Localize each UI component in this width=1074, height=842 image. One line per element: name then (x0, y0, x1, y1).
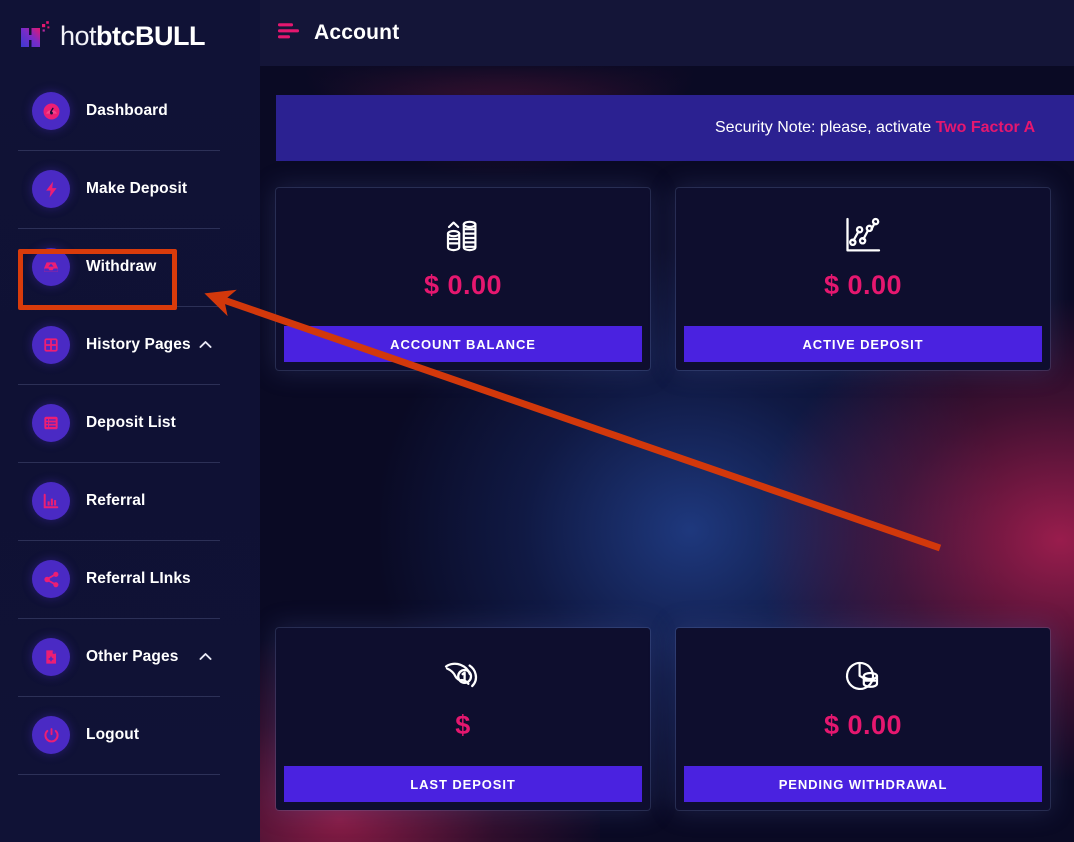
sidebar-item-label: Withdraw (86, 258, 157, 275)
card-amount: $ (455, 710, 471, 740)
top-bar-shadow (260, 66, 1074, 92)
inbox-download-icon (32, 248, 70, 286)
sidebar-item-referral-links[interactable]: Referral LInks (0, 540, 260, 618)
sidebar-divider (18, 774, 220, 775)
sidebar-item-label: Make Deposit (86, 180, 188, 197)
share-nodes-icon (32, 560, 70, 598)
card-label-button[interactable]: LAST DEPOSIT (284, 766, 642, 802)
coins-stack-icon (441, 214, 485, 258)
sidebar-item-deposit-list[interactable]: Deposit List (0, 384, 260, 462)
page-title: Account (314, 21, 400, 44)
grid-table-icon (32, 326, 70, 364)
card-amount: $ 0.00 (423, 270, 503, 300)
brand-name: hotbtcBULL (60, 20, 206, 51)
card-pending-withdrawal: $ 0.00 PENDING WITHDRAWAL (676, 628, 1050, 810)
security-note-prefix: Security Note: please, activate (715, 119, 936, 136)
hand-coin-icon (441, 654, 485, 698)
hamburger-bars-icon[interactable] (278, 21, 300, 46)
chevron-up-icon[interactable] (199, 651, 212, 663)
sidebar-item-dashboard[interactable]: Dashboard (0, 72, 260, 150)
file-plus-icon (32, 638, 70, 676)
app-root: hotbtcBULL Dashboard Make Deposit Withdr… (0, 0, 1074, 842)
list-lines-icon (32, 404, 70, 442)
card-account-balance: $ 0.00 ACCOUNT BALANCE (276, 188, 650, 370)
sidebar-item-label: Dashboard (86, 102, 168, 119)
main-content: Account Security Note: please, activate … (260, 0, 1074, 842)
stat-cards-row-bottom: $ LAST DEPOSIT $ 0.00 PENDING WITHDRAWAL (276, 628, 1066, 810)
sidebar-item-referral[interactable]: Referral (0, 462, 260, 540)
security-note-text: Security Note: please, activate Two Fact… (276, 119, 1035, 137)
power-icon (32, 716, 70, 754)
card-label-button[interactable]: ACTIVE DEPOSIT (684, 326, 1042, 362)
stat-cards-row-top: $ 0.00 ACCOUNT BALANCE $ 0.00 ACTIVE DEP… (276, 188, 1066, 370)
top-bar: Account (260, 0, 1074, 66)
two-factor-auth-link[interactable]: Two Factor A (936, 119, 1036, 136)
clock-coin-icon (841, 654, 885, 698)
bar-chart-icon (32, 482, 70, 520)
sidebar-item-label: Other Pages (86, 648, 179, 665)
card-amount: $ 0.00 (823, 270, 903, 300)
speedometer-icon (32, 92, 70, 130)
brand-logo[interactable]: hotbtcBULL (0, 0, 260, 72)
sidebar-item-label: History Pages (86, 336, 191, 353)
card-active-deposit: $ 0.00 ACTIVE DEPOSIT (676, 188, 1050, 370)
sidebar-nav: Dashboard Make Deposit Withdraw History … (0, 72, 260, 774)
hotbtcbull-logo-icon (18, 19, 52, 53)
chevron-up-icon[interactable] (199, 339, 212, 351)
sidebar-item-label: Logout (86, 726, 140, 743)
lightning-bolt-icon (32, 170, 70, 208)
sidebar-item-make-deposit[interactable]: Make Deposit (0, 150, 260, 228)
sidebar-item-label: Referral LInks (86, 570, 191, 587)
card-label-button[interactable]: ACCOUNT BALANCE (284, 326, 642, 362)
sidebar-item-history-pages[interactable]: History Pages (0, 306, 260, 384)
brand-name-thin: hot (60, 20, 97, 51)
sidebar-item-other-pages[interactable]: Other Pages (0, 618, 260, 696)
line-chart-icon (842, 214, 884, 258)
brand-name-bold: btcBULL (96, 20, 206, 51)
sidebar-item-withdraw[interactable]: Withdraw (0, 228, 260, 306)
card-amount: $ 0.00 (823, 710, 903, 740)
sidebar: hotbtcBULL Dashboard Make Deposit Withdr… (0, 0, 260, 842)
card-label-button[interactable]: PENDING WITHDRAWAL (684, 766, 1042, 802)
card-last-deposit: $ LAST DEPOSIT (276, 628, 650, 810)
sidebar-item-label: Referral (86, 492, 146, 509)
security-note-banner: Security Note: please, activate Two Fact… (276, 95, 1074, 161)
sidebar-item-label: Deposit List (86, 414, 176, 431)
sidebar-item-logout[interactable]: Logout (0, 696, 260, 774)
